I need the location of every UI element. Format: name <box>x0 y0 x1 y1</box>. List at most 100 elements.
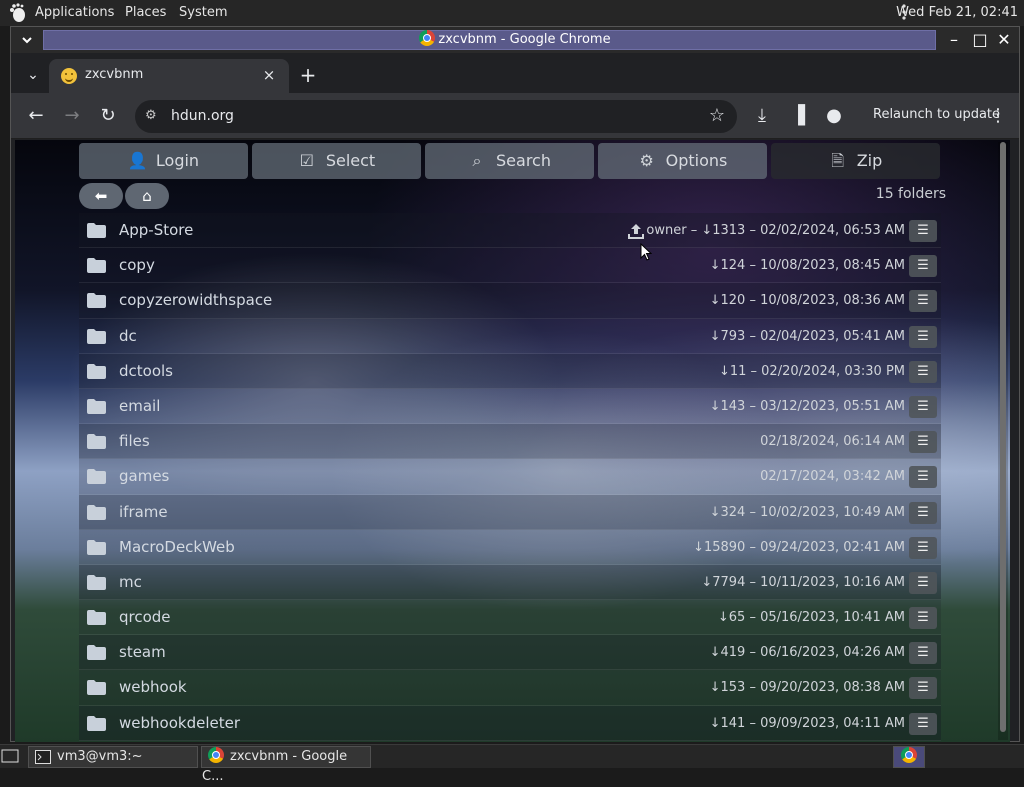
folder-row[interactable]: mc ↓7794 – 10/11/2023, 10:16 AM ☰ <box>79 564 941 601</box>
new-tab-button[interactable]: + <box>295 62 321 88</box>
hamburger-menu-icon[interactable]: ☰ <box>909 431 937 454</box>
folder-name[interactable]: webhook <box>119 678 187 696</box>
folder-name[interactable]: qrcode <box>119 608 171 626</box>
folder-row[interactable]: copy ↓124 – 10/08/2023, 08:45 AM ☰ <box>79 248 941 284</box>
window-titlebar[interactable]: zxcvbnm - Google Chrome – □ ✕ <box>11 27 1019 53</box>
tab-search-chevron-icon[interactable]: ⌄ <box>23 65 43 85</box>
select-label: Select <box>325 151 376 170</box>
chrome-menu-kebab-icon[interactable]: ⋮ <box>985 104 1011 128</box>
back-crumb-icon[interactable]: ⬅ <box>79 183 123 209</box>
folder-row[interactable]: dctools ↓11 – 02/20/2024, 03:30 PM ☰ <box>79 353 941 389</box>
folder-name[interactable]: webhookdeleter <box>119 714 240 732</box>
gnome-foot-icon[interactable] <box>8 3 28 23</box>
folder-icon <box>87 610 106 626</box>
folder-row[interactable]: iframe ↓324 – 10/02/2023, 10:49 AM ☰ <box>79 494 941 530</box>
site-info-icon[interactable]: ⚙ <box>145 107 163 125</box>
taskbar-terminal[interactable]: vm3@vm3:~ <box>28 746 198 768</box>
folder-name[interactable]: dctools <box>119 362 173 380</box>
zip-button[interactable]: 🗎 Zip <box>771 143 940 179</box>
folder-icon <box>87 328 106 344</box>
menu-system[interactable]: System <box>179 5 227 20</box>
hamburger-menu-icon[interactable]: ☰ <box>909 607 937 630</box>
folder-name[interactable]: copy <box>119 256 155 274</box>
back-arrow-icon[interactable]: ← <box>23 104 49 128</box>
clock[interactable]: Wed Feb 21, 02:41 <box>896 5 1018 20</box>
folder-list: App-Store owner – ↓1313 – 02/02/2024, 06:… <box>79 213 941 741</box>
menu-places[interactable]: Places <box>125 5 166 20</box>
folder-icon <box>87 258 106 274</box>
close-window-icon[interactable]: ✕ <box>993 29 1015 51</box>
workspace-switcher[interactable] <box>893 746 925 768</box>
hamburger-menu-icon[interactable]: ☰ <box>909 536 937 559</box>
upload-icon[interactable] <box>627 222 645 240</box>
hamburger-menu-icon[interactable]: ☰ <box>909 325 937 348</box>
menu-applications[interactable]: Applications <box>35 5 114 20</box>
select-button[interactable]: ☑ Select <box>252 143 421 179</box>
hamburger-menu-icon[interactable]: ☰ <box>909 712 937 735</box>
folder-name[interactable]: steam <box>119 643 166 661</box>
hamburger-menu-icon[interactable]: ☰ <box>909 255 937 278</box>
folder-name[interactable]: mc <box>119 573 142 591</box>
bookmark-star-icon[interactable]: ☆ <box>709 105 725 126</box>
hamburger-menu-icon[interactable]: ☰ <box>909 677 937 700</box>
url-text[interactable]: hdun.org <box>171 108 234 124</box>
folder-row[interactable]: App-Store owner – ↓1313 – 02/02/2024, 06:… <box>79 213 941 249</box>
scrollbar-thumb[interactable] <box>1000 142 1006 732</box>
folder-meta: 02/17/2024, 03:42 AM <box>760 469 905 485</box>
folder-meta: ↓419 – 06/16/2023, 04:26 AM <box>709 645 905 661</box>
folder-name[interactable]: App-Store <box>119 221 193 239</box>
side-panel-icon[interactable]: ▐ <box>785 104 811 128</box>
address-bar[interactable]: ⚙ hdun.org ☆ <box>135 100 737 133</box>
page-scrollbar[interactable] <box>998 142 1008 740</box>
folder-row[interactable]: MacroDeckWeb ↓15890 – 09/24/2023, 02:41 A… <box>79 529 941 565</box>
folder-name[interactable]: email <box>119 397 160 415</box>
folder-name[interactable]: files <box>119 432 150 450</box>
folder-row[interactable]: copyzerowidthspace ↓120 – 10/08/2023, 08:… <box>79 283 941 319</box>
folder-name[interactable]: games <box>119 467 169 485</box>
minimize-icon[interactable]: – <box>943 29 965 51</box>
hamburger-menu-icon[interactable]: ☰ <box>909 395 937 418</box>
relaunch-to-update[interactable]: Relaunch to update <box>873 107 1000 122</box>
folder-name[interactable]: dc <box>119 327 137 345</box>
folder-row[interactable]: steam ↓419 – 06/16/2023, 04:26 AM ☰ <box>79 635 941 671</box>
hamburger-menu-icon[interactable]: ☰ <box>909 466 937 489</box>
folder-row[interactable]: games 02/17/2024, 03:42 AM ☰ <box>79 459 941 495</box>
chrome-icon <box>208 747 224 763</box>
hamburger-menu-icon[interactable]: ☰ <box>909 360 937 383</box>
hamburger-menu-icon[interactable]: ☰ <box>909 571 937 594</box>
folder-row[interactable]: files 02/18/2024, 06:14 AM ☰ <box>79 424 941 460</box>
search-button[interactable]: ⌕ Search <box>425 143 594 179</box>
maximize-icon[interactable]: □ <box>969 29 991 51</box>
folder-icon <box>87 469 106 485</box>
download-icon[interactable]: ⤓ <box>749 104 775 128</box>
reload-icon[interactable]: ↻ <box>95 104 121 128</box>
folder-name[interactable]: copyzerowidthspace <box>119 291 272 309</box>
folder-name[interactable]: MacroDeckWeb <box>119 538 235 556</box>
tab-close-icon[interactable]: × <box>259 65 279 85</box>
taskbar-chrome[interactable]: zxcvbnm - Google C... <box>201 746 371 784</box>
hamburger-menu-icon[interactable]: ☰ <box>909 501 937 524</box>
folder-meta: owner – ↓1313 – 02/02/2024, 06:53 AM <box>646 223 905 238</box>
folder-row[interactable]: email ↓143 – 03/12/2023, 05:51 AM ☰ <box>79 388 941 425</box>
terminal-label: vm3@vm3:~ <box>57 749 143 764</box>
hamburger-menu-icon[interactable]: ☰ <box>909 220 937 242</box>
folder-row[interactable]: dc ↓793 – 02/04/2023, 05:41 AM ☰ <box>79 318 941 354</box>
login-button[interactable]: 👤 Login <box>79 143 248 179</box>
folder-row[interactable]: qrcode ↓65 – 05/16/2023, 10:41 AM ☰ <box>79 600 941 636</box>
hamburger-menu-icon[interactable]: ☰ <box>909 642 937 665</box>
tab-strip: ⌄ zxcvbnm × + <box>11 53 1019 93</box>
tab-zxcvbnm[interactable]: zxcvbnm × <box>49 59 289 93</box>
folder-name[interactable]: iframe <box>119 503 168 521</box>
hamburger-menu-icon[interactable]: ☰ <box>909 290 937 313</box>
home-crumb-icon[interactable]: ⌂ <box>125 183 169 209</box>
checkbox-icon: ☑ <box>299 151 314 170</box>
zip-file-icon: 🗎 <box>831 151 845 170</box>
folder-row[interactable]: webhook ↓153 – 09/20/2023, 08:38 AM ☰ <box>79 670 941 706</box>
folder-icon <box>87 434 106 450</box>
folder-icon <box>87 293 106 309</box>
profile-icon[interactable]: ● <box>821 104 847 128</box>
folder-row[interactable]: webhookdeleter ↓141 – 09/09/2023, 04:11 A… <box>79 705 941 741</box>
show-desktop-icon[interactable] <box>0 746 26 768</box>
options-button[interactable]: ⚙ Options <box>598 143 767 179</box>
forward-arrow-icon[interactable]: → <box>59 104 85 128</box>
